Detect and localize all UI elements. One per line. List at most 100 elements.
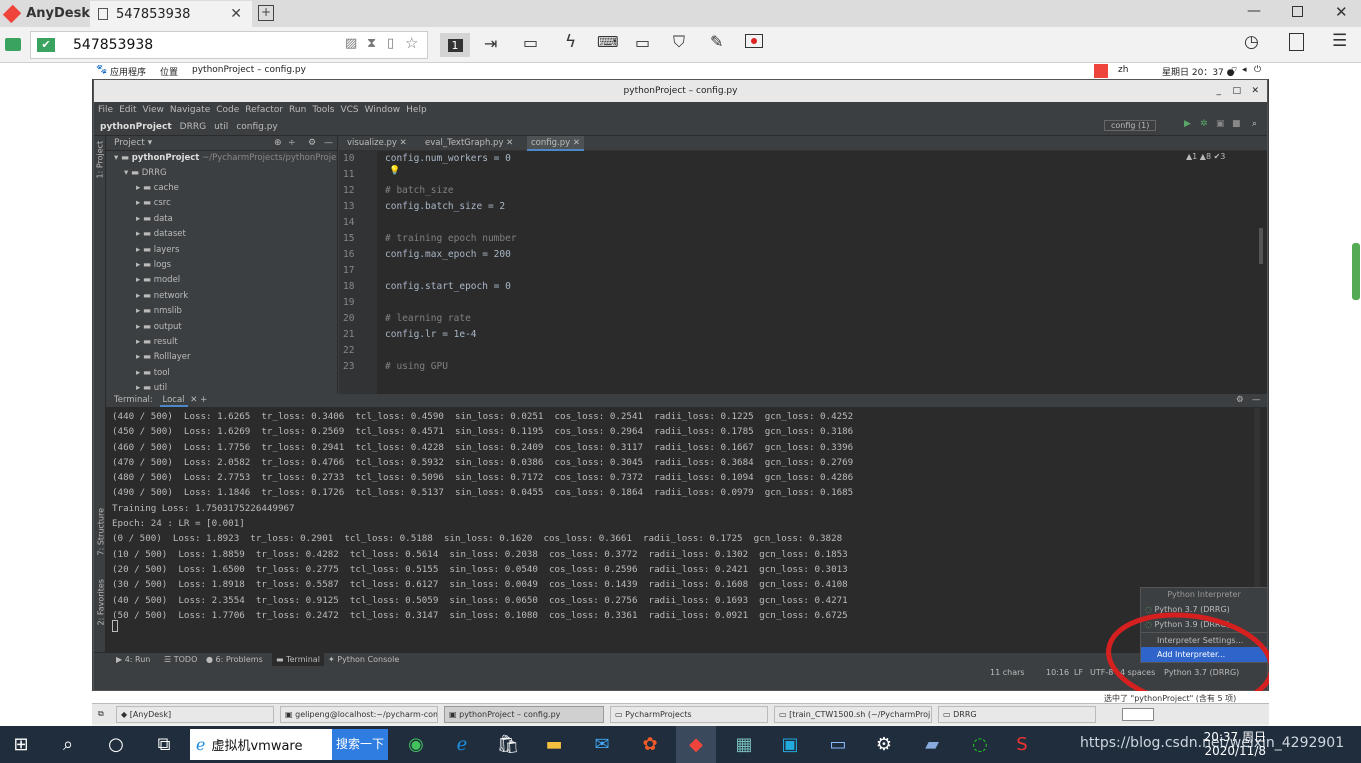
new-tab-icon[interactable]: + [258, 5, 274, 21]
tree-folder[interactable]: ▸ ▬ csrc [106, 196, 337, 211]
wps-icon[interactable]: S [1004, 726, 1040, 763]
tree-folder[interactable]: ▸ ▬ Rolllayer [106, 350, 337, 365]
file-explorer-icon[interactable]: ▬ [536, 726, 572, 763]
lightbulb-icon[interactable]: 💡 [389, 166, 400, 176]
whiteboard-pen-icon[interactable]: ✎ [710, 32, 723, 51]
gnome-places-menu[interactable]: 位置 [160, 65, 178, 78]
run-icon[interactable]: ▶ [1184, 119, 1191, 129]
tree-root[interactable]: ▾ ▬ pythonProject ~/PycharmProjects/pyth… [106, 151, 337, 166]
search-everywhere-icon[interactable]: ⌕ [1252, 119, 1257, 129]
tree-folder[interactable]: ▸ ▬ output [106, 320, 337, 335]
settings-gear-taskbar-icon[interactable]: ⚙ [866, 726, 902, 763]
breadcrumb-file[interactable]: config.py [236, 122, 277, 132]
tree-folder[interactable]: ▸ ▬ result [106, 335, 337, 350]
terminal-gear-icon[interactable]: ⚙ [1236, 394, 1244, 407]
tree-folder[interactable]: ▸ ▬ data [106, 212, 337, 227]
menu-code[interactable]: Code [216, 105, 239, 115]
task-drrg[interactable]: ▭ DRRG [938, 706, 1096, 723]
workspace-switcher[interactable] [1122, 708, 1154, 721]
hide-panel-icon[interactable]: — [324, 136, 333, 151]
menu-help[interactable]: Help [406, 105, 427, 115]
task-pycharm[interactable]: ▣ pythonProject – config.py [444, 706, 604, 723]
inspection-widget[interactable]: ▲1 ▲8 ✔3 [1186, 152, 1225, 161]
search-icon[interactable]: ⌕ [50, 726, 86, 763]
monitor-select-button[interactable]: 1 [440, 33, 470, 57]
paint-icon[interactable]: ▦ [726, 726, 762, 763]
favorite-star-icon[interactable]: ☆ [405, 34, 418, 52]
pycharm-taskbar-icon[interactable]: ▣ [772, 726, 808, 763]
menu-edit[interactable]: Edit [119, 105, 136, 115]
code-line[interactable]: 10 config.num_workers = 0 [339, 151, 1239, 167]
taskbar-date[interactable]: 2020/11/8 [1196, 744, 1266, 758]
side-scroll-handle[interactable] [1352, 243, 1360, 300]
session-tab[interactable]: 547853938 ✕ [90, 1, 252, 27]
favorites-tool-tab[interactable]: 2: Favorites [97, 576, 106, 625]
terminal-hide-icon[interactable]: — [1252, 394, 1261, 407]
display-icon[interactable]: ▭ [635, 33, 650, 52]
wifi-icon[interactable]: ⌔ [1230, 65, 1238, 76]
settings-gear-icon[interactable]: ⚙ [308, 136, 316, 151]
code-line[interactable]: 17 [339, 263, 1239, 279]
structure-tool-tab[interactable]: 7: Structure [97, 506, 106, 556]
tab-eval-textgraph[interactable]: eval_TextGraph.py ✕ [421, 136, 517, 151]
code-line[interactable]: 16 config.max_epoch = 200 [339, 247, 1239, 263]
menu-file[interactable]: File [98, 105, 113, 115]
photos-app-icon[interactable]: ✿ [632, 726, 668, 763]
browser-360-icon[interactable]: ◉ [398, 726, 434, 763]
address-bar[interactable]: ✔ 547853938 ▨ ⧗ ▯ ☆ [30, 31, 428, 59]
menu-window[interactable]: Window [365, 105, 401, 115]
debug-icon[interactable]: ✲ [1200, 119, 1208, 129]
transfer-icon[interactable]: ⇥ [484, 34, 497, 53]
restore-icon[interactable] [1292, 6, 1303, 17]
task-anydesk[interactable]: ◆ [AnyDesk] [116, 706, 274, 723]
status-line-sep[interactable]: LF [1074, 666, 1083, 680]
close-tab-icon[interactable]: ✕ [230, 6, 242, 22]
code-line[interactable]: 12 # batch_size [339, 183, 1239, 199]
menu-tools[interactable]: Tools [312, 105, 334, 115]
cortana-icon[interactable]: ○ [96, 726, 136, 763]
code-line[interactable]: 14 [339, 215, 1239, 231]
keyboard-icon[interactable]: ⌨ [597, 33, 619, 51]
download-icon[interactable] [1289, 33, 1304, 51]
locate-icon[interactable]: ⊕ [274, 136, 282, 151]
tab-visualize[interactable]: visualize.py ✕ [343, 136, 411, 151]
input-language[interactable]: zh [1118, 65, 1128, 75]
code-line[interactable]: 18 config.start_epoch = 0 [339, 279, 1239, 295]
menu-vcs[interactable]: VCS [340, 105, 358, 115]
tree-folder[interactable]: ▸ ▬ tool [106, 366, 337, 381]
coverage-icon[interactable]: ▣ [1216, 119, 1225, 129]
todo-tool-tab[interactable]: ☰ TODO [164, 653, 197, 667]
breadcrumb-util[interactable]: util [214, 122, 228, 132]
hamburger-menu-icon[interactable]: ☰ [1332, 31, 1347, 51]
tree-folder[interactable]: ▸ ▬ util [106, 381, 337, 394]
permissions-shield-icon[interactable]: ⛉ [673, 32, 685, 52]
problems-tool-tab[interactable]: ● 6: Problems [206, 653, 263, 667]
address-input[interactable]: 547853938 [73, 37, 153, 53]
anydesk-tray-icon[interactable] [1094, 64, 1108, 78]
chat-icon[interactable]: ▭ [523, 33, 538, 52]
code-line[interactable]: 11 [339, 167, 1239, 183]
code-line[interactable]: 19 [339, 295, 1239, 311]
run-tool-tab[interactable]: ▶ 4: Run [116, 653, 150, 667]
edge-icon[interactable]: ℯ [444, 726, 480, 763]
history-icon[interactable]: ◷ [1244, 32, 1259, 52]
code-line[interactable]: 15 # training epoch number [339, 231, 1239, 247]
screenshot-icon[interactable]: ▨ [345, 36, 357, 51]
project-view-select[interactable]: Project [114, 138, 145, 148]
breadcrumb-drrg[interactable]: DRRG [180, 122, 206, 132]
sync-app-icon[interactable]: ◌ [962, 726, 998, 763]
tree-folder[interactable]: ▸ ▬ nmslib [106, 304, 337, 319]
terminal-tab-local[interactable]: Local [159, 395, 188, 407]
taskbar-time[interactable]: 20:37 周日 [1196, 728, 1266, 745]
code-line[interactable]: 13 config.batch_size = 2 [339, 199, 1239, 215]
terminal-output[interactable]: (440 / 500) Loss: 1.6265 tr_loss: 0.3406… [106, 407, 1267, 623]
power-icon[interactable]: ⏻ [1254, 65, 1261, 75]
editor-scrollbar[interactable] [1259, 228, 1263, 264]
anydesk-taskbar-icon[interactable]: ◆ [676, 726, 716, 763]
task-terminal[interactable]: ▣ gelipeng@localhost:~/pycharm-com... [280, 706, 438, 723]
pc-maximize-icon[interactable]: □ [1232, 80, 1241, 102]
mail-icon[interactable]: ✉ [584, 726, 620, 763]
run-config-select[interactable]: config (1) [1104, 120, 1157, 131]
store-icon[interactable]: 🛍 [490, 726, 526, 763]
database-icon[interactable]: ▯ [387, 36, 394, 51]
